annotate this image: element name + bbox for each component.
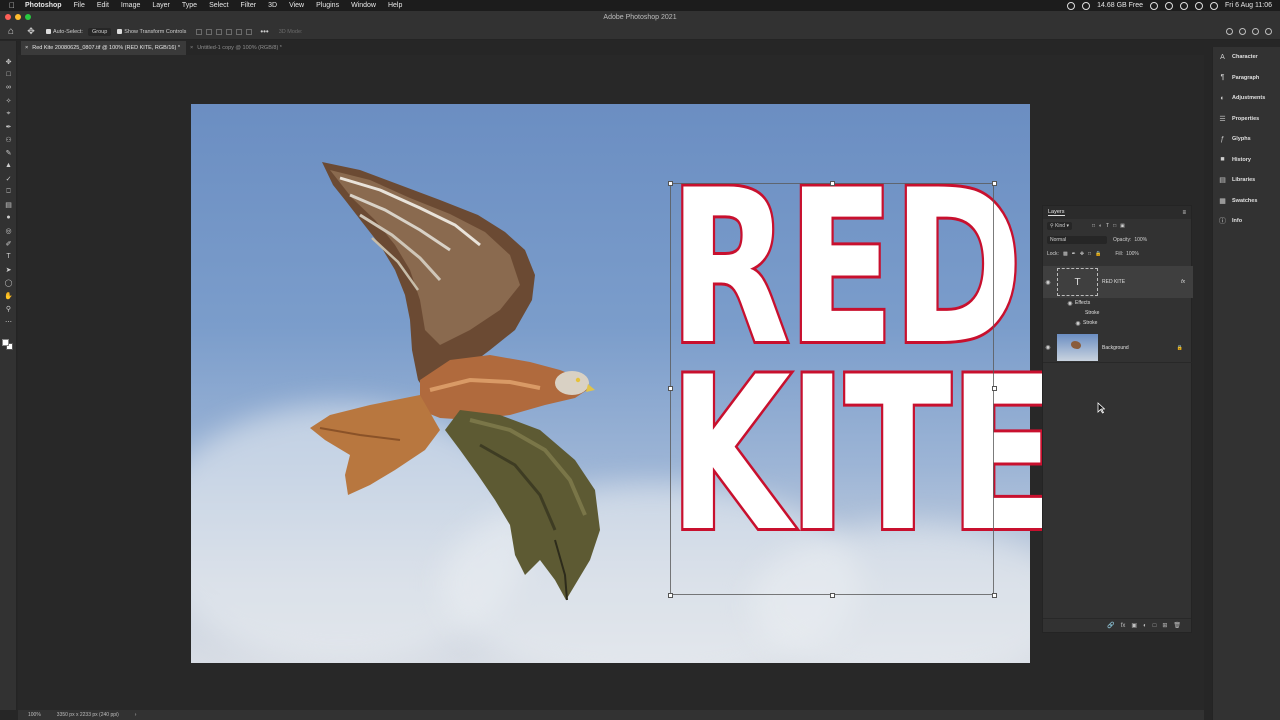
- filter-kind-dropdown[interactable]: ⚲ Kind ▾: [1047, 222, 1072, 230]
- stroke-label: Stroke: [1085, 310, 1100, 316]
- layer-name: RED KITE: [1102, 279, 1126, 285]
- link-layers-icon[interactable]: 🔗: [1107, 622, 1114, 629]
- properties-icon: ☰: [1219, 115, 1226, 123]
- visibility-eye-icon[interactable]: ◉: [1065, 300, 1075, 307]
- panel-label: Character: [1232, 54, 1258, 61]
- photoshop-window:  Photoshop File Edit Image Layer Type S…: [0, 0, 1280, 720]
- layers-footer: 🔗 fx ▣ ◐ □ ⊞ 🗑: [1043, 618, 1191, 632]
- transform-handle[interactable]: [830, 593, 835, 598]
- panel-paragraph[interactable]: ¶ Paragraph: [1213, 68, 1280, 89]
- layer-background[interactable]: ◉ Background 🔒: [1043, 333, 1193, 363]
- effects-row[interactable]: ◉ Effects: [1043, 298, 1193, 308]
- fill-value[interactable]: 100%: [1126, 251, 1139, 257]
- layer-filter-row: ⚲ Kind ▾ □◐T□▣: [1043, 219, 1191, 233]
- glyphs-icon: ƒ: [1220, 135, 1225, 143]
- transform-handle[interactable]: [668, 181, 673, 186]
- right-panel-dock: A Character ¶ Paragraph ◐ Adjustments ☰ Prop…: [1212, 47, 1280, 720]
- new-layer-icon[interactable]: ⊞: [1162, 622, 1167, 629]
- panel-info[interactable]: ⓘ Info: [1213, 211, 1280, 232]
- text-layer-thumbnail: T: [1057, 268, 1098, 296]
- background-layer-thumbnail: [1057, 334, 1098, 361]
- panel-glyphs[interactable]: ƒ Glyphs: [1213, 129, 1280, 150]
- stroke-effect-row[interactable]: Stroke: [1043, 308, 1193, 318]
- paragraph-icon: ¶: [1220, 74, 1225, 82]
- panel-label: Info: [1232, 218, 1243, 225]
- panel-libraries[interactable]: ▤ Libraries: [1213, 170, 1280, 191]
- status-chevron-icon[interactable]: ›: [135, 712, 137, 718]
- adjustments-icon: ◐: [1220, 94, 1225, 102]
- panel-label: Properties: [1232, 115, 1260, 122]
- add-style-icon[interactable]: fx: [1121, 623, 1126, 629]
- opacity-label: Opacity:: [1113, 237, 1132, 243]
- panel-menu-icon[interactable]: ≡: [1182, 210, 1186, 216]
- visibility-eye-icon[interactable]: ◉: [1043, 344, 1053, 351]
- panel-character[interactable]: A Character: [1213, 47, 1280, 68]
- panel-swatches[interactable]: ▦ Swatches: [1213, 191, 1280, 212]
- fill-label: Fill:: [1115, 251, 1124, 257]
- panel-label: History: [1232, 156, 1251, 163]
- transform-handle[interactable]: [830, 181, 835, 186]
- layers-panel: Layers ≡ ⚲ Kind ▾ □◐T□▣ Normal Opacity: …: [1042, 205, 1193, 633]
- info-icon: ⓘ: [1219, 218, 1226, 226]
- transform-handle[interactable]: [992, 593, 997, 598]
- visibility-eye-icon[interactable]: ◉: [1043, 279, 1053, 286]
- transform-handle[interactable]: [992, 181, 997, 186]
- fx-icon[interactable]: fx: [1181, 279, 1185, 285]
- add-mask-icon[interactable]: ▣: [1131, 622, 1137, 629]
- document-info[interactable]: 3350 px x 2233 px (240 ppi): [57, 712, 119, 718]
- panel-label: Swatches: [1232, 197, 1258, 204]
- blend-mode-dropdown[interactable]: Normal: [1047, 236, 1107, 244]
- layers-tab[interactable]: Layers: [1048, 209, 1065, 216]
- filter-icons[interactable]: □◐T□▣: [1092, 223, 1129, 229]
- lock-label: Lock:: [1047, 251, 1059, 257]
- effects-label: Effects: [1075, 300, 1091, 306]
- stroke-label: Stroke: [1083, 320, 1098, 326]
- layer-name: Background: [1102, 344, 1129, 351]
- transform-handle[interactable]: [992, 386, 997, 391]
- layer-red-kite[interactable]: ◉ T RED KITE fx: [1043, 266, 1193, 298]
- lock-icons[interactable]: ▩✒✥□🔒: [1063, 251, 1105, 257]
- character-icon: A: [1220, 53, 1225, 61]
- swatches-icon: ▦: [1219, 197, 1226, 205]
- panel-label: Adjustments: [1232, 95, 1266, 102]
- panel-properties[interactable]: ☰ Properties: [1213, 109, 1280, 130]
- panel-label: Paragraph: [1232, 74, 1260, 81]
- layers-panel-header: Layers ≡: [1043, 206, 1191, 219]
- transform-handle[interactable]: [668, 593, 673, 598]
- panel-label: Libraries: [1232, 177, 1256, 184]
- panel-adjustments[interactable]: ◐ Adjustments: [1213, 88, 1280, 109]
- transform-bounding-box[interactable]: [670, 183, 994, 595]
- history-icon: ■: [1220, 156, 1225, 164]
- visibility-eye-icon[interactable]: ◉: [1073, 320, 1083, 327]
- new-group-icon[interactable]: □: [1153, 623, 1157, 629]
- panel-label: Glyphs: [1232, 136, 1251, 143]
- status-bar: 100% 3350 px x 2233 px (240 ppi) ›: [18, 710, 1204, 720]
- opacity-value[interactable]: 100%: [1134, 237, 1147, 243]
- mouse-cursor-icon: [1097, 402, 1105, 414]
- libraries-icon: ▤: [1219, 177, 1226, 185]
- lock-fill-row: Lock: ▩✒✥□🔒 Fill: 100%: [1043, 247, 1191, 261]
- panel-history[interactable]: ■ History: [1213, 150, 1280, 171]
- filter-kind-label: Kind: [1055, 223, 1066, 229]
- blend-opacity-row: Normal Opacity: 100%: [1043, 233, 1191, 247]
- stroke-effect-row[interactable]: ◉ Stroke: [1043, 318, 1193, 328]
- delete-layer-icon[interactable]: 🗑: [1173, 622, 1181, 629]
- lock-icon[interactable]: 🔒: [1177, 345, 1183, 351]
- zoom-level[interactable]: 100%: [28, 712, 41, 718]
- adjustment-layer-icon[interactable]: ◐: [1143, 623, 1147, 629]
- transform-handle[interactable]: [668, 386, 673, 391]
